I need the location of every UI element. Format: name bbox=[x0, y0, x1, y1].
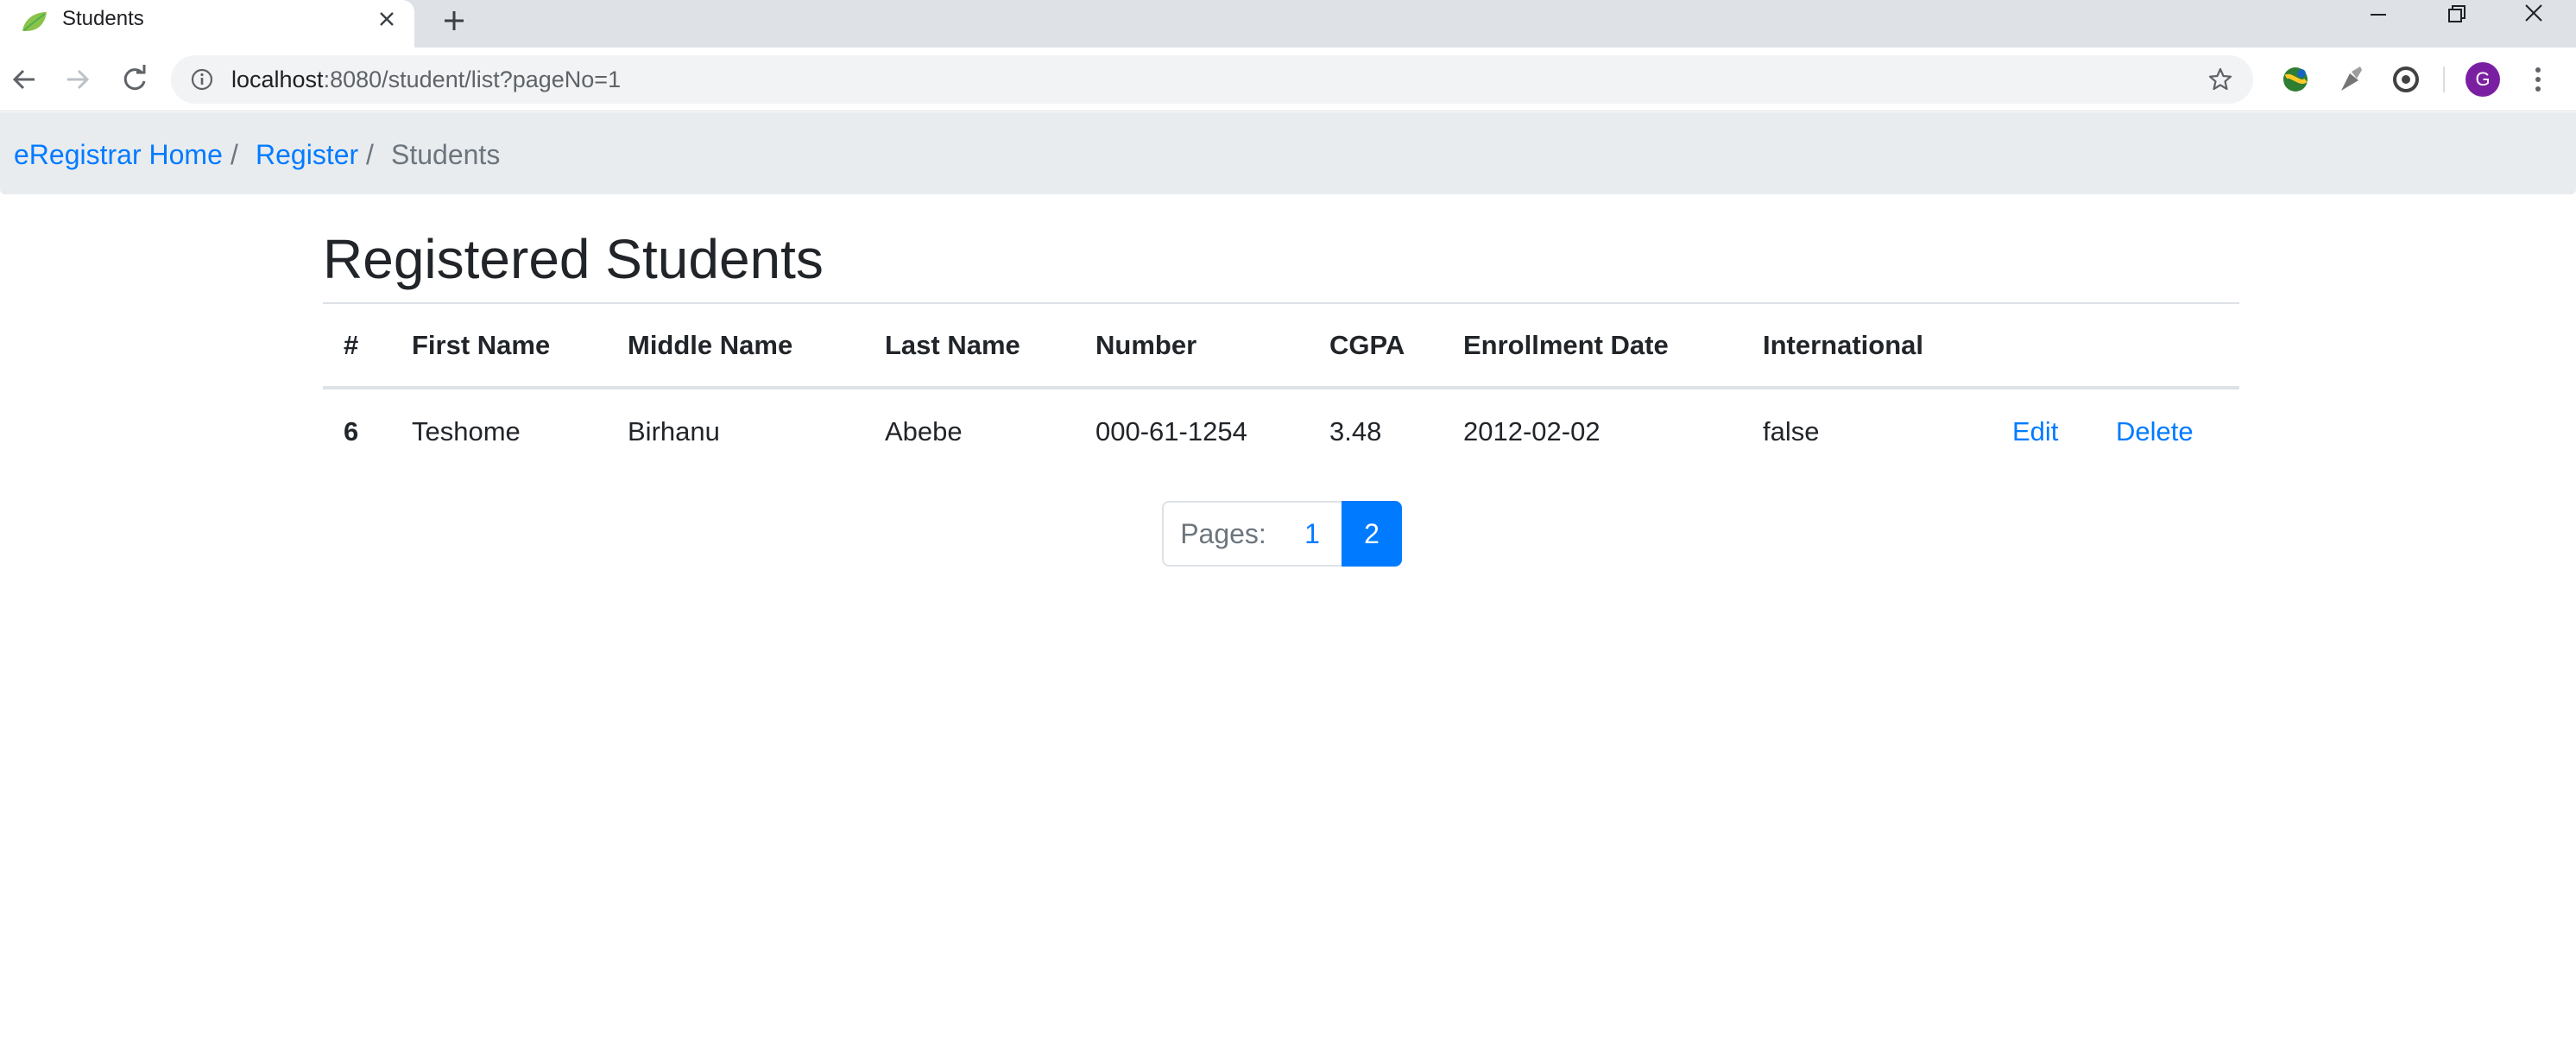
breadcrumb-current: Students bbox=[391, 139, 501, 170]
breadcrumb-separator: / bbox=[230, 139, 238, 170]
url-host: localhost bbox=[231, 66, 324, 92]
cell-middle-name: Birhanu bbox=[628, 416, 720, 446]
tab-title: Students bbox=[62, 7, 144, 30]
forward-arrow-icon[interactable] bbox=[59, 60, 97, 98]
column-header-middle-name: Middle Name bbox=[628, 330, 793, 360]
breadcrumb-separator: / bbox=[366, 139, 374, 170]
cell-cgpa: 3.48 bbox=[1329, 416, 1382, 446]
column-header-international: International bbox=[1763, 330, 1924, 360]
page-link-1[interactable]: 1 bbox=[1283, 501, 1343, 567]
page-title: Registered Students bbox=[323, 228, 824, 290]
column-header-id: # bbox=[344, 330, 359, 360]
pagination-label: Pages: bbox=[1162, 501, 1285, 567]
cell-last-name: Abebe bbox=[885, 416, 963, 446]
extension-sync-icon[interactable] bbox=[2388, 61, 2424, 98]
toolbar-divider bbox=[2443, 66, 2445, 92]
column-header-number: Number bbox=[1095, 330, 1197, 360]
extension-globe-icon[interactable] bbox=[2277, 61, 2314, 98]
browser-tab[interactable]: Students bbox=[0, 0, 414, 48]
url-text[interactable]: localhost:8080/student/list?pageNo=1 bbox=[231, 66, 621, 92]
close-tab-icon[interactable] bbox=[373, 5, 401, 33]
column-header-last-name: Last Name bbox=[885, 330, 1020, 360]
page-link-2-active[interactable]: 2 bbox=[1342, 501, 1402, 567]
profile-avatar[interactable]: G bbox=[2466, 62, 2500, 97]
back-arrow-icon[interactable] bbox=[5, 60, 43, 98]
spring-leaf-icon bbox=[22, 12, 47, 31]
cell-number: 000-61-1254 bbox=[1095, 416, 1247, 446]
close-window-icon[interactable] bbox=[2495, 0, 2573, 35]
minimize-icon[interactable] bbox=[2339, 0, 2417, 35]
cell-id: 6 bbox=[344, 416, 359, 446]
breadcrumb-register-link[interactable]: Register bbox=[256, 138, 358, 171]
bookmark-star-icon[interactable] bbox=[2207, 66, 2234, 93]
address-bar[interactable]: localhost:8080/student/list?pageNo=1 bbox=[171, 55, 2253, 104]
cell-first-name: Teshome bbox=[412, 416, 521, 446]
browser-toolbar: localhost:8080/student/list?pageNo=1 G bbox=[0, 48, 2576, 111]
column-header-first-name: First Name bbox=[412, 330, 551, 360]
table-header-border bbox=[323, 386, 2239, 390]
delete-link[interactable]: Delete bbox=[2116, 415, 2194, 449]
reload-icon[interactable] bbox=[116, 60, 154, 98]
kebab-menu-icon[interactable] bbox=[2521, 61, 2555, 98]
restore-icon[interactable] bbox=[2417, 0, 2495, 35]
breadcrumb: eRegistrar Home / Register / Students bbox=[0, 112, 2576, 194]
browser-tab-strip: Students bbox=[0, 0, 2576, 48]
url-path: :8080/student/list?pageNo=1 bbox=[323, 66, 622, 92]
cell-international: false bbox=[1763, 416, 1820, 446]
table-top-border bbox=[323, 302, 2239, 304]
cell-enrollment-date: 2012-02-02 bbox=[1463, 416, 1601, 446]
column-header-cgpa: CGPA bbox=[1329, 330, 1405, 360]
breadcrumb-home-link[interactable]: eRegistrar Home bbox=[14, 138, 223, 171]
extension-brush-icon[interactable] bbox=[2333, 61, 2369, 98]
info-icon[interactable] bbox=[190, 67, 214, 92]
edit-link[interactable]: Edit bbox=[2012, 415, 2058, 449]
new-tab-icon[interactable] bbox=[437, 3, 471, 38]
column-header-enrollment-date: Enrollment Date bbox=[1463, 330, 1669, 360]
